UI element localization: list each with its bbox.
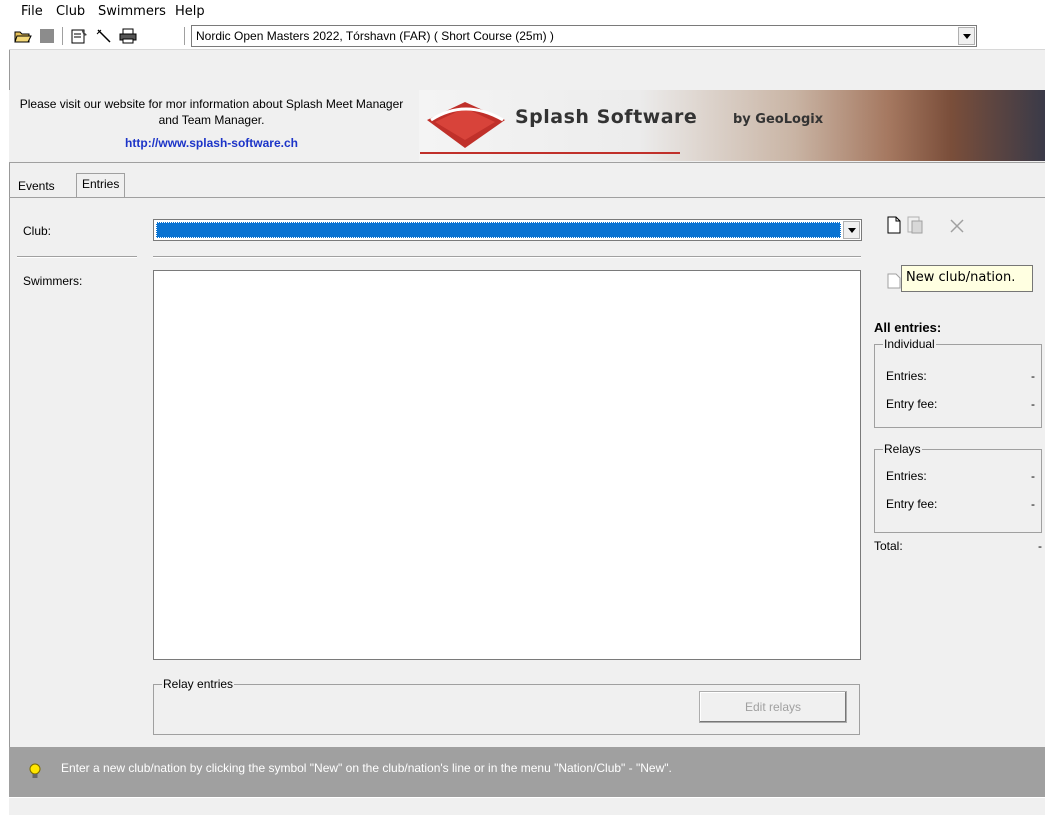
wand-icon[interactable]	[95, 28, 113, 44]
total-value: -	[1038, 539, 1042, 553]
divider	[17, 256, 137, 258]
edit-relays-button[interactable]: Edit relays	[699, 691, 847, 723]
swimmers-list[interactable]	[153, 270, 861, 660]
website-link[interactable]: http://www.splash-software.ch	[9, 136, 414, 150]
logo-underline	[420, 152, 680, 154]
relays-group	[874, 449, 1042, 533]
chevron-down-icon[interactable]	[843, 221, 860, 239]
banner-image	[419, 90, 1045, 161]
tooltip: New club/nation.	[901, 265, 1033, 292]
chevron-down-icon[interactable]	[958, 27, 975, 45]
club-selector-value	[156, 222, 841, 238]
menu-help[interactable]: Help	[175, 4, 205, 19]
meet-selector-value: Nordic Open Masters 2022, Tórshavn (FAR)…	[196, 29, 554, 43]
individual-entries-label: Entries:	[886, 369, 927, 383]
banner-text: Please visit our website for mor informa…	[19, 97, 404, 127]
relays-title: Relays	[883, 442, 922, 456]
club-selector[interactable]	[153, 219, 862, 241]
summary-title: All entries:	[874, 320, 942, 335]
toolbar: Nordic Open Masters 2022, Tórshavn (FAR)…	[9, 22, 1045, 50]
menu-club[interactable]: Club	[56, 4, 85, 19]
status-bar: Enter a new club/nation by clicking the …	[9, 747, 1045, 797]
bottom-bar	[9, 797, 1045, 815]
club-label: Club:	[23, 224, 52, 238]
relays-fee-value: -	[1031, 497, 1035, 511]
menu-bar: File Club Swimmers Help	[9, 0, 1045, 22]
individual-entries-value: -	[1031, 369, 1035, 383]
logo-title: Splash Software	[515, 106, 698, 128]
relays-entries-value: -	[1031, 469, 1035, 483]
individual-fee-value: -	[1031, 397, 1035, 411]
individual-title: Individual	[883, 337, 936, 351]
divider	[153, 256, 861, 258]
tab-events[interactable]: Events	[13, 176, 60, 198]
meet-selector[interactable]: Nordic Open Masters 2022, Tórshavn (FAR)…	[191, 25, 977, 47]
relays-fee-label: Entry fee:	[886, 497, 938, 511]
lightbulb-icon	[29, 763, 41, 778]
menu-swimmers[interactable]: Swimmers	[98, 4, 166, 19]
relay-entries-title: Relay entries	[162, 677, 235, 691]
total-label: Total:	[874, 539, 903, 553]
status-text: Enter a new club/nation by clicking the …	[61, 761, 672, 775]
swimmers-label: Swimmers:	[23, 274, 83, 288]
properties-icon[interactable]	[71, 28, 89, 44]
logo-by: by GeoLogix	[733, 112, 824, 127]
open-folder-icon[interactable]	[14, 28, 32, 44]
individual-fee-label: Entry fee:	[886, 397, 938, 411]
individual-group	[874, 344, 1042, 428]
splash-logo-icon	[427, 102, 505, 148]
menu-file[interactable]: File	[21, 4, 43, 19]
close-icon[interactable]	[949, 218, 965, 234]
edit-document-icon[interactable]	[906, 216, 924, 234]
new-document-icon[interactable]	[886, 216, 902, 234]
relays-entries-label: Entries:	[886, 469, 927, 483]
print-icon[interactable]	[119, 28, 137, 44]
tab-entries[interactable]: Entries	[76, 173, 126, 198]
new-document-icon[interactable]	[887, 273, 901, 289]
stop-icon[interactable]	[38, 28, 56, 44]
tab-divider	[9, 197, 1045, 198]
